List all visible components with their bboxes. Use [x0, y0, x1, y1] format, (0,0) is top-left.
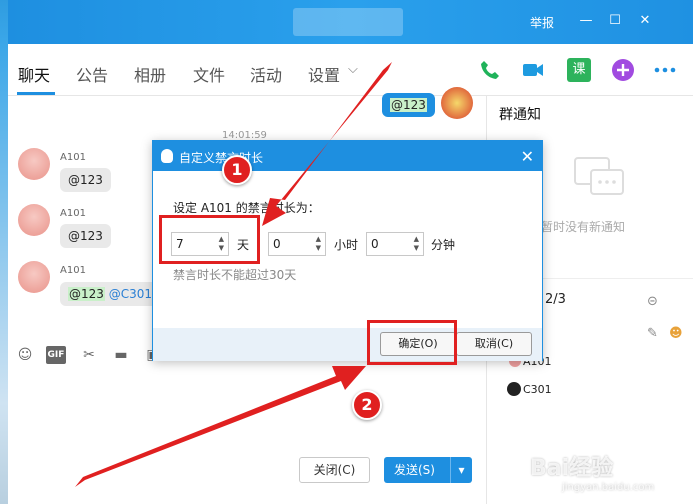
message-bubble: @123 [60, 168, 111, 192]
more-icon[interactable] [653, 58, 677, 82]
tab-bar: 聊天 公告 相册 文件 活动 设置 ⌵ 课 [8, 44, 693, 96]
step-2-badge: 2 [352, 390, 382, 420]
tab-files[interactable]: 文件 [193, 62, 225, 86]
hours-unit: 小时 [334, 238, 359, 252]
sender-name: A101 [60, 152, 86, 163]
phone-icon[interactable] [478, 58, 502, 82]
title-bar: 举报 — ☐ ✕ [8, 0, 693, 44]
qq-penguin-icon [507, 382, 521, 396]
member-search-icon[interactable]: ⊝ [647, 294, 658, 309]
group-notice-title: 群通知 [499, 107, 541, 123]
stepper-arrows-icon[interactable]: ▲ ▼ [316, 235, 321, 253]
my-avatar[interactable] [441, 87, 473, 119]
folder-icon[interactable]: ▬ [112, 346, 130, 364]
avatar[interactable] [18, 261, 50, 293]
stepper-arrows-icon[interactable]: ▲ ▼ [414, 235, 419, 253]
emoji-icon[interactable]: ☺ [16, 346, 34, 364]
empty-notice-icon [574, 157, 624, 195]
add-app-icon[interactable] [611, 58, 635, 82]
baidu-watermark: Bai经验 jingyan.baidu.com [530, 450, 654, 493]
tab-album[interactable]: 相册 [134, 62, 166, 86]
minutes-unit: 分钟 [431, 238, 456, 252]
add-member-icon[interactable]: ☻ [669, 326, 683, 341]
member-name[interactable]: C301 [523, 383, 552, 396]
course-icon[interactable]: 课 [567, 58, 591, 82]
hours-value: 0 [273, 237, 281, 251]
sender-name: A101 [60, 265, 86, 276]
close-icon[interactable]: ✕ [636, 12, 654, 30]
minimize-icon[interactable]: — [577, 12, 595, 30]
active-tab-indicator [17, 92, 55, 95]
tab-settings[interactable]: 设置 [308, 62, 340, 86]
scissors-icon[interactable]: ✂ [80, 346, 98, 364]
tab-chat[interactable]: 聊天 [18, 62, 50, 86]
dialog-close-icon[interactable]: ✕ [521, 147, 534, 166]
mute-prompt: 设定 A101 的禁言时长为： [173, 201, 320, 215]
avatar[interactable] [18, 204, 50, 236]
tab-activity[interactable]: 活动 [250, 62, 282, 86]
hours-stepper[interactable]: 0 ▲ ▼ [268, 232, 326, 256]
watermark-main: Bai经验 [530, 456, 614, 481]
minutes-stepper[interactable]: 0 ▲ ▼ [366, 232, 424, 256]
tab-announcement[interactable]: 公告 [76, 62, 108, 86]
empty-notice-text: 暂时没有新通知 [541, 220, 626, 234]
mention-link[interactable]: @C301 [109, 287, 152, 301]
member-count: 2/3 [545, 292, 566, 307]
message-text: @123 [68, 173, 103, 187]
message-text: @123 [390, 98, 427, 112]
highlight-box-ok [367, 320, 457, 365]
message-bubble: @123 @C301 [60, 282, 161, 306]
close-chat-button[interactable]: 关闭(C) [299, 457, 370, 483]
step-1-badge: 1 [222, 155, 252, 185]
send-button[interactable]: 发送(S) ▾ [384, 457, 472, 483]
highlight-box-days [159, 215, 260, 264]
chevron-down-icon[interactable]: ⌵ [348, 62, 358, 77]
my-message-bubble: @123 [382, 93, 435, 117]
dialog-header: 自定义禁言时长 ✕ [153, 141, 542, 171]
maximize-icon[interactable]: ☐ [606, 12, 624, 30]
send-options-icon[interactable]: ▾ [450, 457, 472, 483]
qq-logo-icon [161, 149, 173, 163]
minutes-value: 0 [371, 237, 379, 251]
video-call-icon[interactable] [521, 58, 545, 82]
gif-icon[interactable]: GIF [46, 346, 66, 364]
report-link[interactable]: 举报 [530, 14, 554, 31]
message-text: @123 [68, 229, 103, 243]
watermark-sub: jingyan.baidu.com [562, 482, 655, 493]
send-label: 发送(S) [394, 463, 435, 477]
edit-icon[interactable]: ✎ [647, 326, 658, 341]
message-text: @123 [68, 287, 105, 301]
avatar[interactable] [18, 148, 50, 180]
mute-limit-hint: 禁言时长不能超过30天 [173, 268, 297, 282]
window-title-blurred [293, 8, 403, 36]
message-bubble: @123 [60, 224, 111, 248]
sender-name: A101 [60, 208, 86, 219]
cancel-button[interactable]: 取消(C) [456, 332, 532, 356]
